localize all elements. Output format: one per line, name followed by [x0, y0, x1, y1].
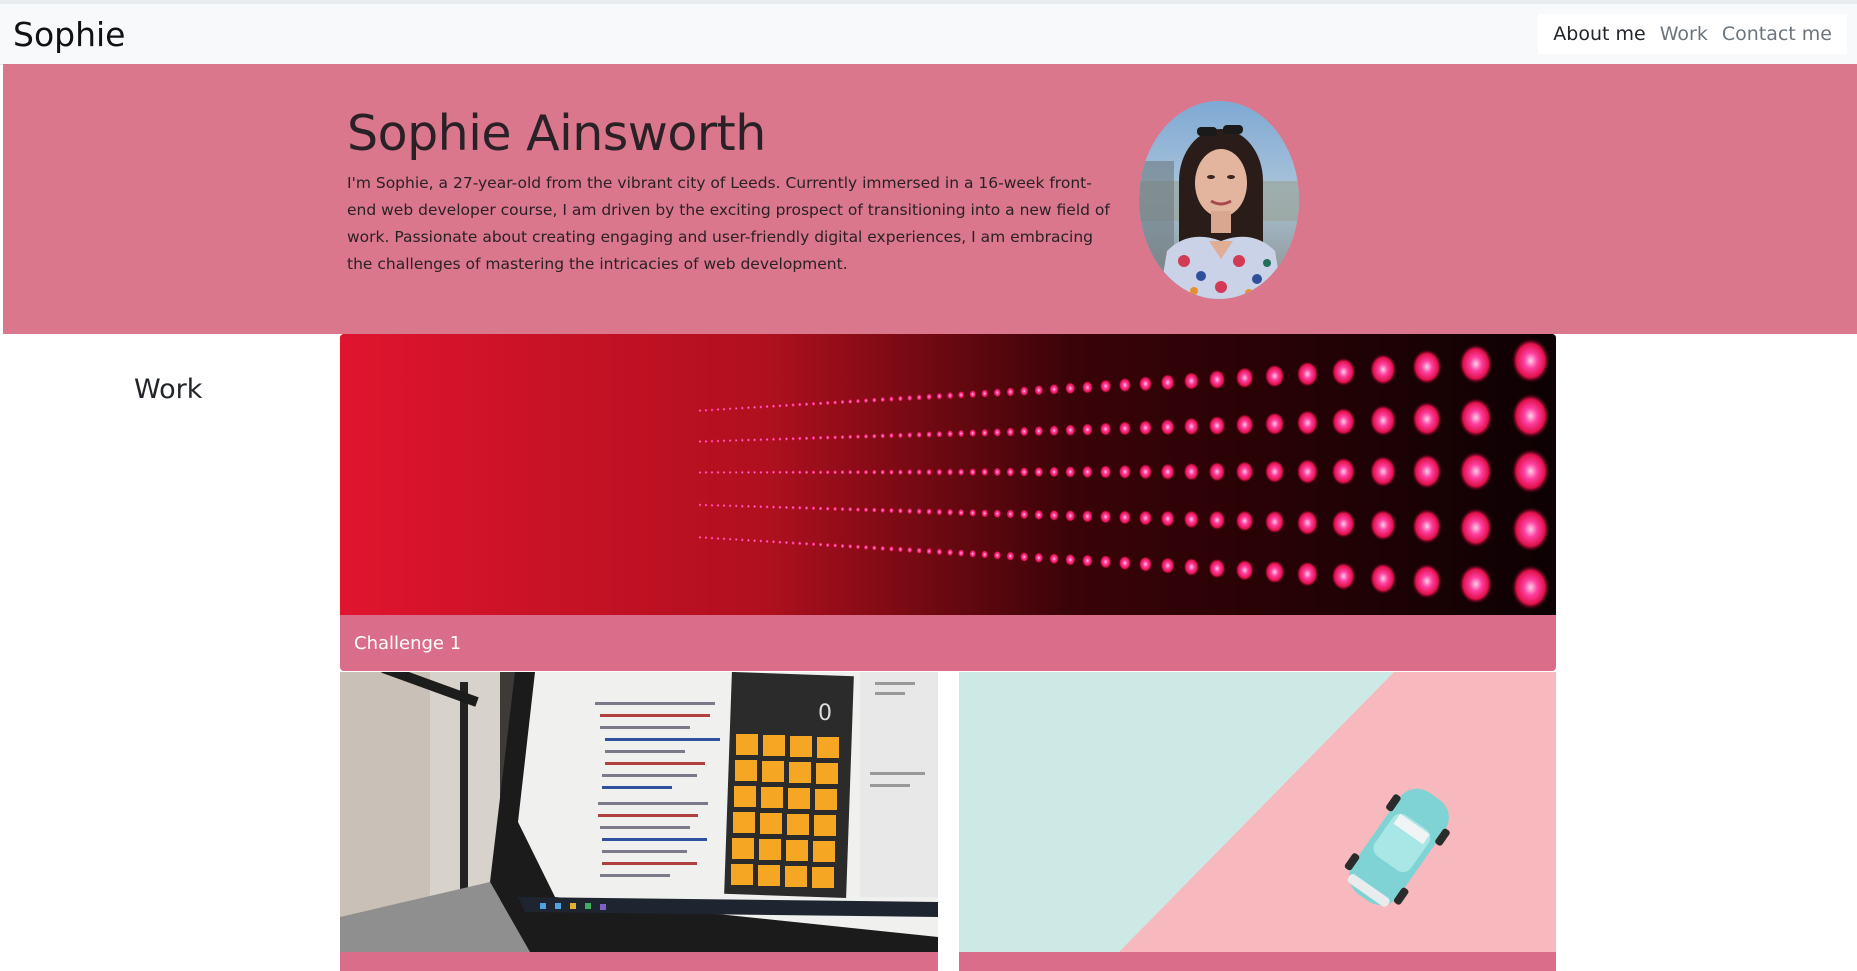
card-caption-challenge-1: Challenge 1 [354, 633, 462, 654]
nav-link-contact-me[interactable]: Contact me [1715, 23, 1839, 45]
nav-link-work[interactable]: Work [1653, 23, 1715, 45]
nav-link-about-me[interactable]: About me [1546, 23, 1652, 45]
nav-links: About me Work Contact me [1538, 14, 1847, 54]
hero-section: Sophie Ainsworth I'm Sophie, a 27-year-o… [3, 64, 1857, 334]
laptop-calculator-code-image: 0 [340, 672, 938, 952]
brand-logo[interactable]: Sophie [13, 15, 125, 55]
work-card-2[interactable]: 0 [340, 672, 938, 971]
work-card-challenge-1[interactable]: Challenge 1 [340, 334, 1556, 671]
navbar: Sophie About me Work Contact me [0, 4, 1857, 65]
toy-car-pastel-image [959, 672, 1556, 952]
hero-bio: I'm Sophie, a 27-year-old from the vibra… [347, 174, 1110, 273]
svg-text:0: 0 [818, 701, 832, 726]
work-card-3[interactable] [959, 672, 1556, 971]
red-led-wall-image [340, 334, 1556, 615]
profile-photo [1139, 101, 1299, 299]
hero-title: Sophie Ainsworth [347, 105, 766, 162]
work-heading: Work [134, 374, 203, 405]
